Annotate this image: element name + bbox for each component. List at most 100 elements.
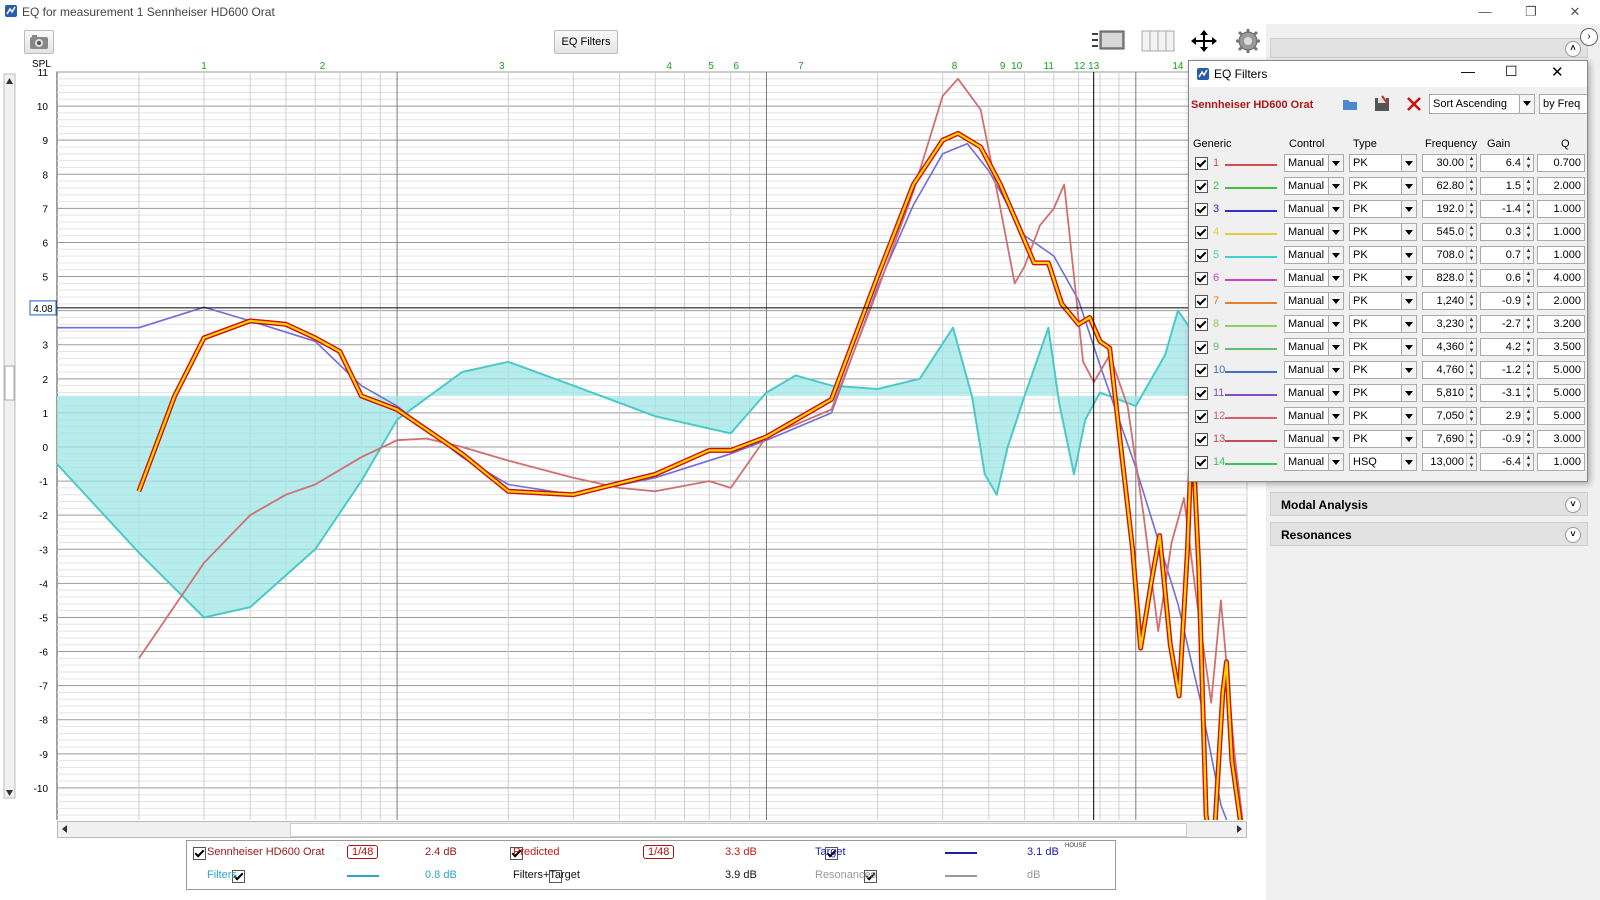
filter-q-input[interactable]: 5.000 bbox=[1537, 361, 1585, 379]
smoothing-badge[interactable]: 1/48 bbox=[347, 845, 379, 859]
filter-control-select[interactable]: Manual bbox=[1284, 430, 1344, 448]
filter-number-10[interactable]: 10 bbox=[1011, 61, 1023, 72]
filter-number-5[interactable]: 5 bbox=[708, 61, 714, 72]
filter-control-select[interactable]: Manual bbox=[1284, 315, 1344, 333]
collapse-panel-icon[interactable]: › bbox=[1580, 28, 1598, 46]
dropdown-arrow-icon[interactable] bbox=[1401, 178, 1416, 194]
filter-frequency-input[interactable]: 3,230 ▲ ▼ bbox=[1422, 315, 1477, 333]
sort-order-select[interactable]: Sort Ascending bbox=[1429, 94, 1535, 114]
gain-spinner-icon[interactable]: ▲ ▼ bbox=[1523, 362, 1533, 378]
filter-gain-input[interactable]: 0.3 ▲ ▼ bbox=[1480, 223, 1534, 241]
filter-q-input[interactable]: 1.000 bbox=[1537, 246, 1585, 264]
sort-by-select[interactable]: by Freq bbox=[1539, 94, 1587, 114]
filter-type-select[interactable]: PK bbox=[1349, 269, 1417, 287]
filter-type-select[interactable]: PK bbox=[1349, 246, 1417, 264]
dropdown-arrow-icon[interactable] bbox=[1401, 431, 1416, 447]
filter-control-select[interactable]: Manual bbox=[1284, 384, 1344, 402]
filter-q-input[interactable]: 5.000 bbox=[1537, 384, 1585, 402]
frequency-spinner-icon[interactable]: ▲ ▼ bbox=[1466, 270, 1476, 286]
filter-gain-input[interactable]: -3.1 ▲ ▼ bbox=[1480, 384, 1534, 402]
filter-type-select[interactable]: PK bbox=[1349, 384, 1417, 402]
filter-type-select[interactable]: PK bbox=[1349, 361, 1417, 379]
frequency-spinner-icon[interactable]: ▲ ▼ bbox=[1466, 454, 1476, 470]
restore-button[interactable]: ❐ bbox=[1516, 2, 1546, 22]
filter-frequency-input[interactable]: 545.0 ▲ ▼ bbox=[1422, 223, 1477, 241]
dropdown-arrow-icon[interactable] bbox=[1328, 316, 1343, 332]
filter-frequency-input[interactable]: 708.0 ▲ ▼ bbox=[1422, 246, 1477, 264]
filter-gain-input[interactable]: -2.7 ▲ ▼ bbox=[1480, 315, 1534, 333]
filter-frequency-input[interactable]: 13,000 ▲ ▼ bbox=[1422, 453, 1477, 471]
minimize-button[interactable]: — bbox=[1470, 2, 1500, 22]
filter-frequency-input[interactable]: 1,240 ▲ ▼ bbox=[1422, 292, 1477, 310]
gain-spinner-icon[interactable]: ▲ ▼ bbox=[1523, 247, 1533, 263]
filter-frequency-input[interactable]: 4,760 ▲ ▼ bbox=[1422, 361, 1477, 379]
filter-gain-input[interactable]: 4.2 ▲ ▼ bbox=[1480, 338, 1534, 356]
chevron-up-icon[interactable]: ˄ bbox=[1565, 41, 1581, 57]
dropdown-arrow-icon[interactable] bbox=[1401, 247, 1416, 263]
frequency-spinner-icon[interactable]: ▲ ▼ bbox=[1466, 247, 1476, 263]
filter-frequency-input[interactable]: 62.80 ▲ ▼ bbox=[1422, 177, 1477, 195]
filter-gain-input[interactable]: -6.4 ▲ ▼ bbox=[1480, 453, 1534, 471]
chevron-down-icon[interactable]: ˅ bbox=[1565, 527, 1581, 543]
filter-type-select[interactable]: PK bbox=[1349, 338, 1417, 356]
chevron-down-icon[interactable]: ˅ bbox=[1565, 497, 1581, 513]
modal-analysis-section[interactable]: Modal Analysis ˅ bbox=[1270, 492, 1588, 516]
frequency-spinner-icon[interactable]: ▲ ▼ bbox=[1466, 293, 1476, 309]
smoothing-badge[interactable]: 1/48 bbox=[643, 845, 675, 859]
filter-frequency-input[interactable]: 30.00 ▲ ▼ bbox=[1422, 154, 1477, 172]
horizontal-scroll-thumb[interactable] bbox=[290, 823, 1187, 837]
filter-enable-checkbox[interactable] bbox=[1195, 272, 1208, 285]
dropdown-arrow-icon[interactable] bbox=[1401, 270, 1416, 286]
filter-q-input[interactable]: 4.000 bbox=[1537, 269, 1585, 287]
dialog-maximize-button[interactable]: ☐ bbox=[1505, 63, 1518, 80]
frequency-spinner-icon[interactable]: ▲ ▼ bbox=[1466, 178, 1476, 194]
filter-gain-input[interactable]: -1.2 ▲ ▼ bbox=[1480, 361, 1534, 379]
filter-control-select[interactable]: Manual bbox=[1284, 200, 1344, 218]
gain-spinner-icon[interactable]: ▲ ▼ bbox=[1523, 270, 1533, 286]
filter-gain-input[interactable]: 2.9 ▲ ▼ bbox=[1480, 407, 1534, 425]
dropdown-arrow-icon[interactable] bbox=[1401, 454, 1416, 470]
clear-filters-icon[interactable] bbox=[1405, 95, 1423, 113]
filter-type-select[interactable]: PK bbox=[1349, 315, 1417, 333]
filter-number-4[interactable]: 4 bbox=[666, 61, 672, 72]
filter-number-6[interactable]: 6 bbox=[733, 61, 739, 72]
filter-control-select[interactable]: Manual bbox=[1284, 269, 1344, 287]
frequency-spinner-icon[interactable]: ▲ ▼ bbox=[1466, 339, 1476, 355]
close-button[interactable]: ✕ bbox=[1560, 2, 1590, 22]
filter-gain-input[interactable]: 6.4 ▲ ▼ bbox=[1480, 154, 1534, 172]
filter-enable-checkbox[interactable] bbox=[1195, 249, 1208, 262]
dropdown-arrow-icon[interactable] bbox=[1328, 339, 1343, 355]
filter-enable-checkbox[interactable] bbox=[1195, 456, 1208, 469]
filter-frequency-input[interactable]: 7,690 ▲ ▼ bbox=[1422, 430, 1477, 448]
dropdown-arrow-icon[interactable] bbox=[1328, 408, 1343, 424]
filter-frequency-input[interactable]: 5,810 ▲ ▼ bbox=[1422, 384, 1477, 402]
filter-number-13[interactable]: 13 bbox=[1088, 61, 1100, 72]
filter-type-select[interactable]: PK bbox=[1349, 407, 1417, 425]
filter-enable-checkbox[interactable] bbox=[1195, 387, 1208, 400]
gain-spinner-icon[interactable]: ▲ ▼ bbox=[1523, 408, 1533, 424]
filter-gain-input[interactable]: 0.6 ▲ ▼ bbox=[1480, 269, 1534, 287]
filter-enable-checkbox[interactable] bbox=[1195, 226, 1208, 239]
dropdown-arrow-icon[interactable] bbox=[1328, 362, 1343, 378]
filter-enable-checkbox[interactable] bbox=[1195, 410, 1208, 423]
filter-enable-checkbox[interactable] bbox=[1195, 180, 1208, 193]
filter-control-select[interactable]: Manual bbox=[1284, 154, 1344, 172]
filter-control-select[interactable]: Manual bbox=[1284, 338, 1344, 356]
filter-number-3[interactable]: 3 bbox=[499, 61, 505, 72]
gain-spinner-icon[interactable]: ▲ ▼ bbox=[1523, 201, 1533, 217]
filter-control-select[interactable]: Manual bbox=[1284, 292, 1344, 310]
filter-number-8[interactable]: 8 bbox=[952, 61, 958, 72]
scroll-right-arrow-icon[interactable] bbox=[1234, 824, 1244, 834]
filter-enable-checkbox[interactable] bbox=[1195, 318, 1208, 331]
filter-number-12[interactable]: 12 bbox=[1074, 61, 1086, 72]
filter-number-14[interactable]: 14 bbox=[1172, 61, 1184, 72]
filter-frequency-input[interactable]: 7,050 ▲ ▼ bbox=[1422, 407, 1477, 425]
gain-spinner-icon[interactable]: ▲ ▼ bbox=[1523, 178, 1533, 194]
filter-q-input[interactable]: 5.000 bbox=[1537, 407, 1585, 425]
filter-control-select[interactable]: Manual bbox=[1284, 223, 1344, 241]
filter-number-7[interactable]: 7 bbox=[798, 61, 804, 72]
dropdown-arrow-icon[interactable] bbox=[1328, 247, 1343, 263]
dropdown-arrow-icon[interactable] bbox=[1401, 385, 1416, 401]
filter-q-input[interactable]: 2.000 bbox=[1537, 177, 1585, 195]
frequency-spinner-icon[interactable]: ▲ ▼ bbox=[1466, 362, 1476, 378]
